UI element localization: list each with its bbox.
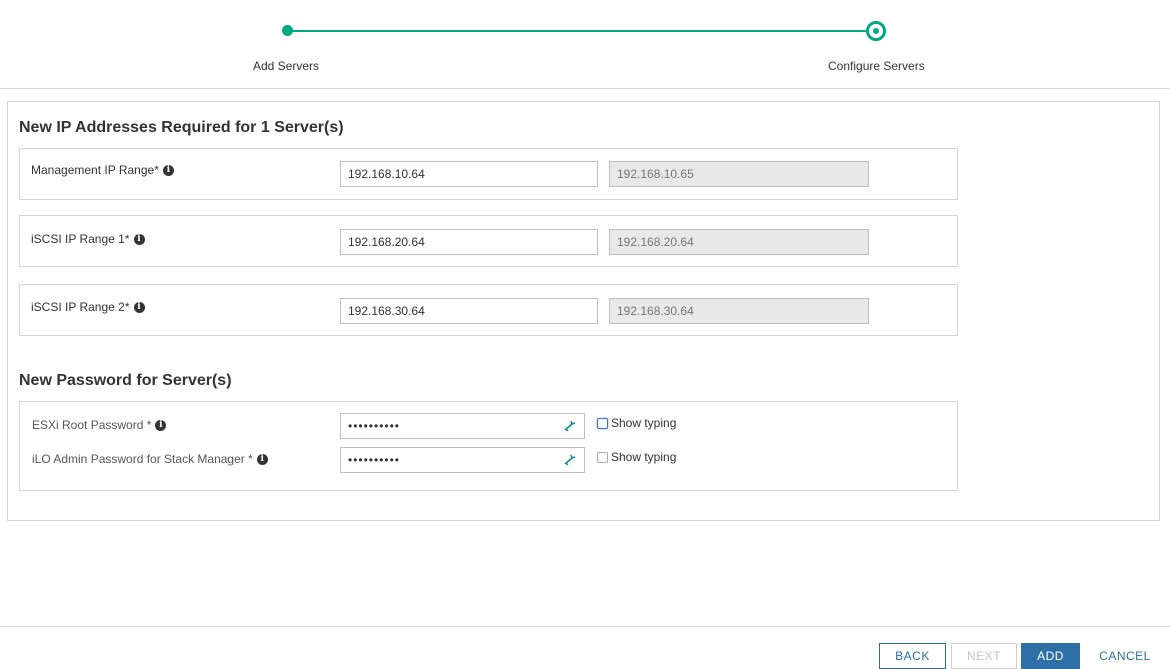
cancel-button[interactable]: CANCEL — [1090, 643, 1160, 669]
next-button[interactable]: NEXT — [951, 643, 1017, 669]
esxi-root-password-row: ESXi Root Password * i Show typing — [20, 413, 957, 439]
iscsi-ip-range-1-end-field: 192.168.20.64 — [609, 229, 869, 255]
info-circle-icon[interactable]: i — [162, 164, 174, 176]
iscsi-ip-range-1-label: iSCSI IP Range 1* i — [31, 232, 145, 246]
info-circle-icon[interactable]: i — [133, 233, 145, 245]
add-button[interactable]: ADD — [1021, 643, 1080, 669]
password-box: ESXi Root Password * i Show typing iLO A… — [19, 401, 958, 491]
info-circle-icon[interactable]: i — [133, 301, 145, 313]
step-label-add-servers: Add Servers — [253, 59, 320, 73]
key-icon — [564, 420, 576, 432]
ip-section-title: New IP Addresses Required for 1 Server(s… — [19, 119, 344, 136]
esxi-show-typing-toggle[interactable]: Show typing — [597, 416, 676, 430]
wizard-stepper: Add Servers Configure Servers — [0, 0, 1170, 89]
management-ip-row: Management IP Range* i 192.168.10.65 — [19, 148, 958, 200]
iscsi-ip-range-2-end-field: 192.168.30.64 — [609, 298, 869, 324]
management-ip-start-input[interactable] — [340, 161, 598, 187]
info-circle-icon[interactable]: i — [256, 453, 268, 465]
step-label-configure-servers: Configure Servers — [828, 59, 925, 73]
iscsi-ip-range-2-row: iSCSI IP Range 2* i 192.168.30.64 — [19, 284, 958, 336]
ilo-admin-password-input[interactable] — [340, 447, 585, 473]
management-ip-label: Management IP Range* i — [31, 163, 174, 177]
password-section-title: New Password for Server(s) — [19, 372, 232, 389]
ilo-admin-password-row: iLO Admin Password for Stack Manager * i… — [20, 447, 957, 473]
iscsi-ip-range-2-label: iSCSI IP Range 2* i — [31, 300, 145, 314]
iscsi-ip-range-2-start-input[interactable] — [340, 298, 598, 324]
esxi-show-typing-checkbox[interactable] — [597, 417, 608, 429]
iscsi-ip-range-1-start-input[interactable] — [340, 229, 598, 255]
ilo-show-typing-toggle[interactable]: Show typing — [597, 450, 676, 464]
management-ip-end-field: 192.168.10.65 — [609, 161, 869, 187]
footer-divider — [0, 626, 1170, 627]
ilo-admin-password-label: iLO Admin Password for Stack Manager * i — [32, 452, 268, 466]
back-button[interactable]: BACK — [879, 643, 946, 669]
step-completed-dot-icon — [282, 25, 293, 36]
step-current-ring-icon — [866, 21, 886, 41]
esxi-root-password-label: ESXi Root Password * i — [32, 418, 167, 432]
key-icon — [564, 454, 576, 466]
esxi-root-password-input[interactable] — [340, 413, 585, 439]
ilo-show-typing-checkbox[interactable] — [597, 451, 608, 463]
configure-servers-card: New IP Addresses Required for 1 Server(s… — [7, 101, 1160, 521]
stepper-progress-line — [288, 30, 876, 32]
iscsi-ip-range-1-row: iSCSI IP Range 1* i 192.168.20.64 — [19, 215, 958, 267]
info-circle-icon[interactable]: i — [155, 419, 167, 431]
